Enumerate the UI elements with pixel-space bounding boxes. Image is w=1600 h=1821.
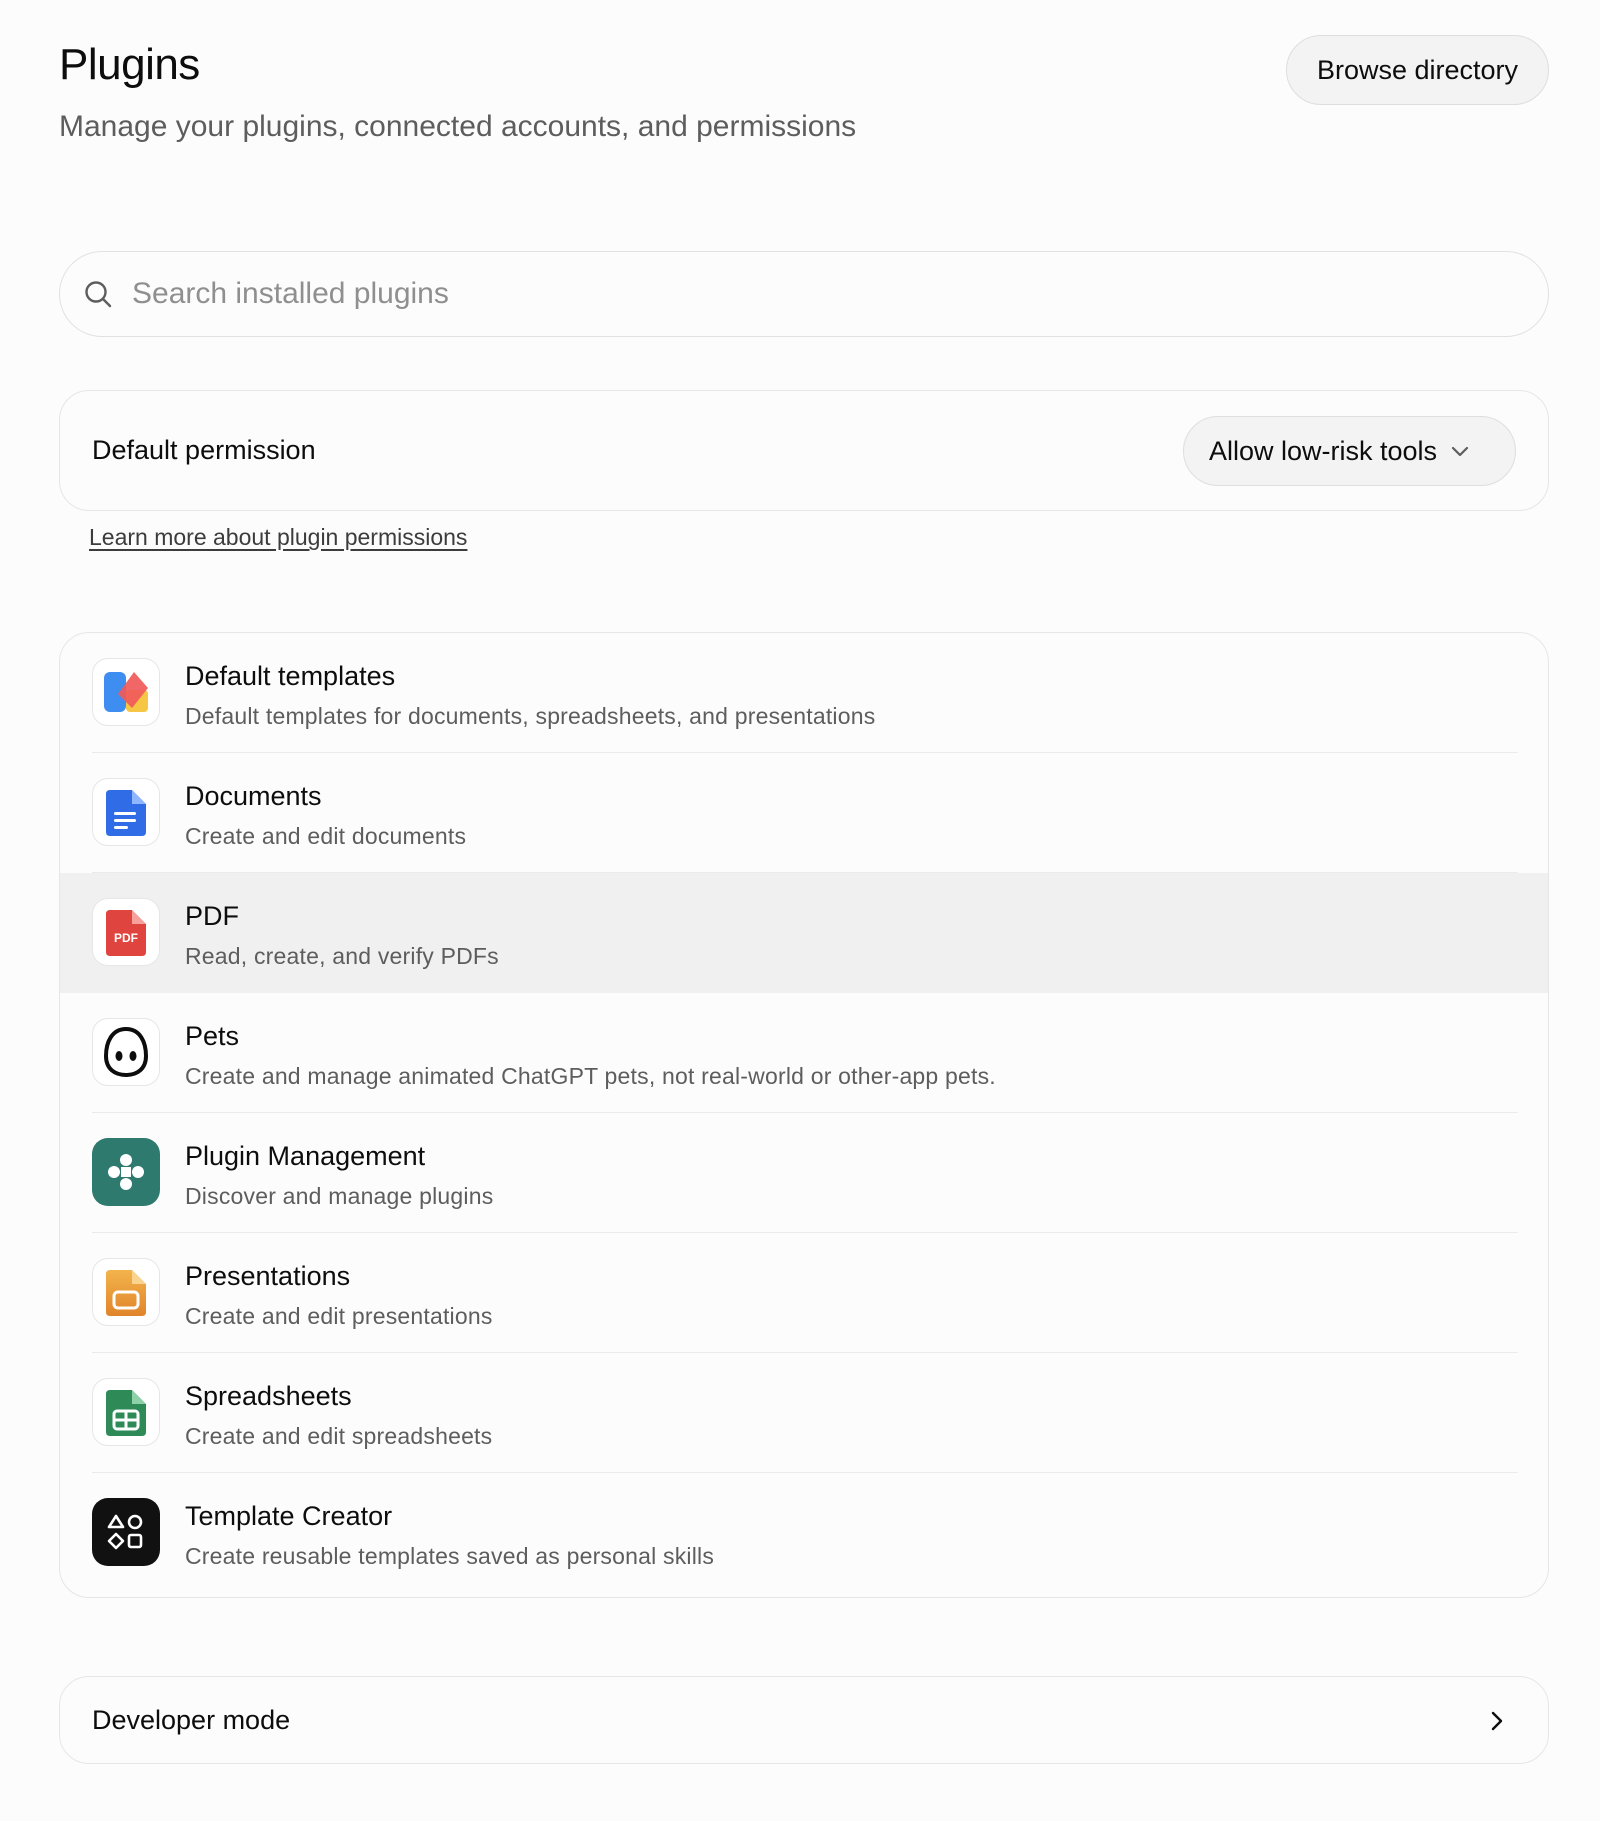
page-subtitle: Manage your plugins, connected accounts,… [59,110,857,143]
pdf-icon: PDF [92,898,160,966]
plugin-row-documents[interactable]: Documents Create and edit documents [60,753,1548,873]
template-creator-icon [92,1498,160,1566]
plugin-name: Pets [185,1021,240,1051]
default-permission-select[interactable]: Allow low-risk tools [1183,416,1516,486]
plugin-row-presentations[interactable]: Presentations Create and edit presentati… [60,1233,1548,1353]
browse-directory-button[interactable]: Browse directory [1286,35,1549,105]
plugin-description: Create and edit presentations [185,1303,493,1329]
developer-mode-label: Developer mode [92,1705,291,1735]
spreadsheets-icon [92,1378,160,1446]
plugin-name: Presentations [185,1261,351,1291]
search-input[interactable] [132,277,1432,311]
plugin-name: PDF [185,901,239,931]
plugin-description: Create and edit documents [185,823,467,849]
plugin-name: Documents [185,781,322,811]
plugin-description: Create reusable templates saved as perso… [185,1543,715,1569]
learn-more-permissions-link[interactable]: Learn more about plugin permissions [89,524,467,551]
plugin-name: Spreadsheets [185,1381,352,1411]
plugin-row-default-templates[interactable]: Default templates Default templates for … [60,633,1548,753]
default-templates-icon [92,658,160,726]
default-permission-value: Allow low-risk tools [1209,435,1438,466]
default-permission-label: Default permission [92,435,316,465]
plugins-page: Plugins Manage your plugins, connected a… [59,0,1549,1764]
page-header: Plugins Manage your plugins, connected a… [59,0,1549,200]
plugin-name: Template Creator [185,1501,393,1531]
plugin-row-template-creator[interactable]: Template Creator Create reusable templat… [60,1473,1548,1593]
plugin-description: Default templates for documents, spreads… [185,703,876,729]
default-permission-card: Default permission Allow low-risk tools [59,390,1549,511]
plugin-name: Default templates [185,661,396,691]
search-bar[interactable] [59,251,1549,337]
plugin-row-pets[interactable]: Pets Create and manage animated ChatGPT … [60,993,1548,1113]
documents-icon [92,778,160,846]
plugin-description: Discover and manage plugins [185,1183,494,1209]
page-title: Plugins [59,40,200,89]
plugin-row-plugin-management[interactable]: Plugin Management Discover and manage pl… [60,1113,1548,1233]
plugin-description: Create and edit spreadsheets [185,1423,493,1449]
plugin-description: Create and manage animated ChatGPT pets,… [185,1063,996,1089]
search-icon [82,278,114,310]
presentations-icon [92,1258,160,1326]
developer-mode-row[interactable]: Developer mode [59,1676,1549,1764]
plugin-description: Read, create, and verify PDFs [185,943,499,969]
plugin-row-pdf[interactable]: PDF PDF Read, create, and verify PDFs [60,873,1548,993]
plugin-row-spreadsheets[interactable]: Spreadsheets Create and edit spreadsheet… [60,1353,1548,1473]
plugin-management-icon [92,1138,160,1206]
pdf-icon-text: PDF [114,931,138,945]
pets-icon [92,1018,160,1086]
plugin-name: Plugin Management [185,1141,426,1171]
chevron-right-icon [1486,1709,1508,1738]
chevron-down-icon [1449,440,1471,462]
installed-plugins-list: Default templates Default templates for … [59,632,1549,1598]
